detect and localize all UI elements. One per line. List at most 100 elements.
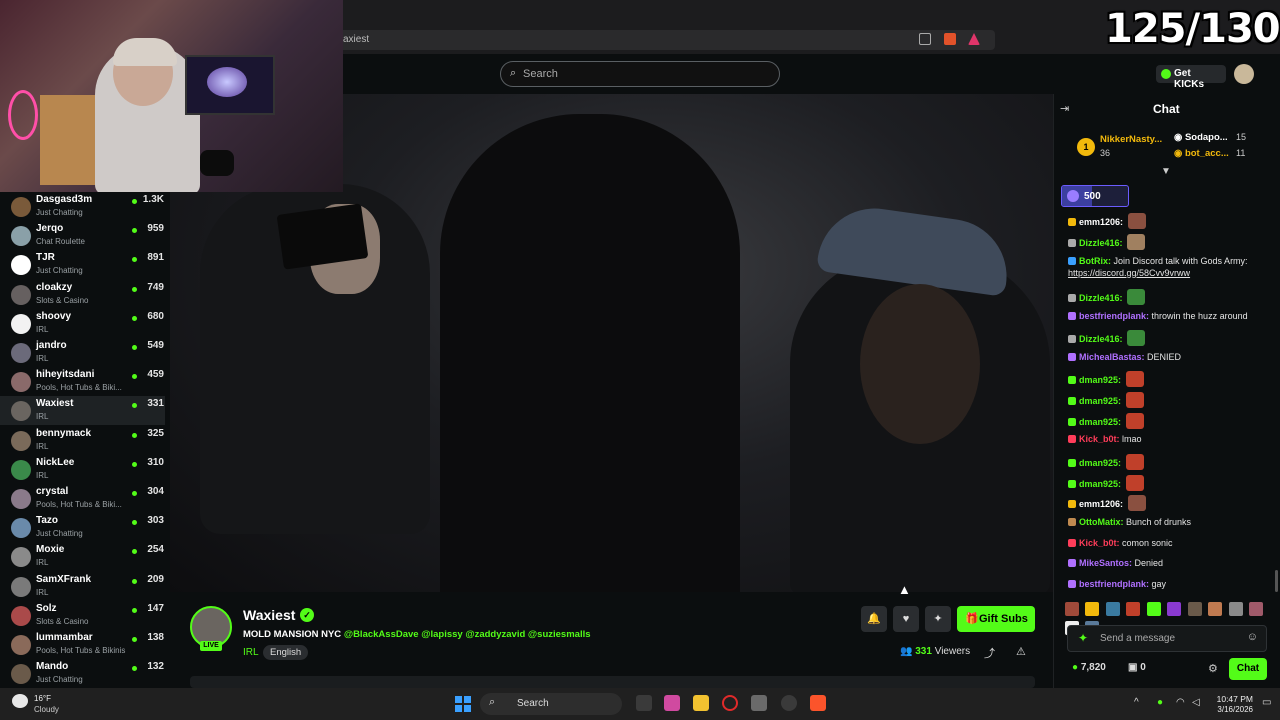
emote-icon[interactable] [1127, 289, 1146, 305]
store-icon[interactable] [751, 695, 767, 711]
emote-icon[interactable] [1146, 602, 1161, 616]
sidebar-channel[interactable]: SamXFrank IRL 209 [0, 572, 165, 601]
sidebar-channel[interactable]: Jerqo Chat Roulette 959 [0, 221, 165, 250]
sidebar-channel[interactable]: shoovy IRL 680 [0, 309, 165, 338]
chat-username[interactable]: OttoMatix: [1079, 517, 1124, 527]
sidebar-channel[interactable]: TJR Just Chatting 891 [0, 250, 165, 279]
leaderboard-name[interactable]: ◉ Sodapo... [1174, 132, 1228, 143]
chat-username[interactable]: emm1206: [1079, 217, 1123, 227]
chat-username[interactable]: Dizzle416: [1079, 334, 1123, 344]
share-icon[interactable] [919, 33, 932, 45]
share-icon[interactable]: ⤴ [984, 645, 995, 661]
emote-icon[interactable] [1127, 234, 1146, 250]
taskbar-date[interactable]: 3/16/2026 [1208, 705, 1253, 714]
emote-icon[interactable] [1105, 602, 1120, 616]
get-kicks-button[interactable]: Get KICKs [1156, 65, 1226, 90]
emote-icon[interactable] [1125, 454, 1144, 470]
chat-username[interactable]: dman925: [1079, 479, 1121, 489]
sidebar-channel[interactable]: cloakzy Slots & Casino 749 [0, 280, 165, 309]
emote-icon[interactable] [1125, 392, 1144, 408]
chat-username[interactable]: dman925: [1079, 375, 1121, 385]
sidebar-channel[interactable]: bennymack IRL 325 [0, 426, 165, 455]
sidebar-channel[interactable]: NickLee IRL 310 [0, 455, 165, 484]
windows-start-icon[interactable] [455, 696, 471, 712]
chat-username[interactable]: bestfriendplank: [1079, 311, 1149, 321]
emote-icon[interactable] [1249, 602, 1264, 616]
brave-shield-icon[interactable] [943, 33, 956, 45]
sidebar-channel[interactable]: crystal Pools, Hot Tubs & Biki... 304 [0, 484, 165, 513]
brave-browser-icon[interactable] [810, 695, 826, 711]
stream-title-tags[interactable]: @BlackAssDave @lapissy @zaddyzavid @suzi… [344, 629, 591, 640]
emoji-icon[interactable]: ☺ [1247, 631, 1258, 643]
send-chat-button[interactable]: Chat [1229, 658, 1267, 680]
chat-username[interactable]: dman925: [1079, 396, 1121, 406]
sidebar-channel[interactable]: Dasgasd3m Just Chatting 1.3K [0, 192, 165, 221]
sidebar-channel[interactable]: hiheyitsdani Pools, Hot Tubs & Biki... 459 [0, 367, 165, 396]
chevron-up-icon[interactable]: ^ [1134, 697, 1139, 708]
sidebar-channel[interactable]: Mando Just Chatting 132 [0, 659, 165, 688]
leaderboard-name[interactable]: NikkerNasty... [1100, 134, 1162, 145]
weather-temperature[interactable]: 16°F [34, 694, 51, 703]
chat-username[interactable]: bestfriendplank: [1079, 579, 1149, 589]
user-avatar[interactable] [1234, 64, 1254, 84]
chat-scrollbar[interactable] [1275, 570, 1278, 592]
emote-icon[interactable] [1085, 602, 1100, 616]
report-icon[interactable]: ⚠ [1016, 645, 1026, 658]
chat-username[interactable]: BotRix: [1079, 256, 1111, 266]
streamer-name[interactable]: Waxiest [243, 607, 295, 623]
file-explorer-icon[interactable] [693, 695, 709, 711]
chat-link[interactable]: https://discord.gg/58Cvv9vrww [1068, 268, 1190, 278]
app-icon[interactable] [781, 695, 797, 711]
brave-rewards-icon[interactable] [968, 33, 980, 45]
emote-icon[interactable] [1125, 413, 1144, 429]
sidebar-channel[interactable]: lummambar Pools, Hot Tubs & Bikinis 138 [0, 630, 165, 659]
emote-icon[interactable] [1126, 602, 1141, 616]
emote-icon[interactable] [1127, 495, 1146, 511]
chat-username[interactable]: MikeSantos: [1079, 558, 1132, 568]
cloud-icon[interactable] [12, 694, 28, 708]
gift-subs-button[interactable]: 🎁 Gift Subs [957, 606, 1035, 632]
sparkle-icon[interactable]: ✦ [925, 606, 951, 632]
address-bar[interactable]: axiest [335, 30, 995, 50]
stream-category[interactable]: IRL [243, 647, 259, 658]
chat-message-input[interactable]: ✦ Send a message ☺ [1067, 625, 1267, 652]
copilot-icon[interactable] [664, 695, 680, 711]
opera-icon[interactable] [722, 695, 738, 711]
sidebar-channel[interactable]: Tazo Just Chatting 303 [0, 513, 165, 542]
sidebar-channel[interactable]: Solz Slots & Casino 147 [0, 601, 165, 630]
chat-username[interactable]: dman925: [1079, 458, 1121, 468]
language-tag[interactable]: English [263, 645, 309, 660]
chat-username[interactable]: Dizzle416: [1079, 293, 1123, 303]
filter-icon[interactable]: ▼ [1161, 166, 1171, 177]
task-view-icon[interactable] [636, 695, 652, 711]
emote-icon[interactable] [1125, 475, 1144, 491]
chat-username[interactable]: MichealBastas: [1079, 352, 1145, 362]
emote-icon[interactable] [1065, 602, 1079, 616]
gear-icon[interactable]: ⚙ [1208, 662, 1218, 675]
sidebar-channel[interactable]: jandro IRL 549 [0, 338, 165, 367]
sidebar-channel[interactable]: Waxiest IRL 331 [0, 396, 165, 426]
taskbar-search[interactable]: ⌕ Search [480, 693, 622, 715]
emote-icon[interactable] [1125, 371, 1144, 387]
emote-icon[interactable] [1187, 602, 1202, 616]
volume-icon[interactable]: ◁ [1192, 697, 1200, 708]
weather-description[interactable]: Cloudy [34, 705, 59, 714]
emote-icon[interactable] [1208, 602, 1223, 616]
collapse-chat-icon[interactable]: ⇥ [1060, 102, 1069, 115]
chat-username[interactable]: emm1206: [1079, 499, 1123, 509]
notification-icon[interactable]: ▭ [1262, 697, 1271, 708]
wifi-icon[interactable]: ◠ [1176, 697, 1185, 708]
emote-icon[interactable] [1127, 330, 1146, 346]
kicks-goal-bar[interactable]: 500 [1061, 185, 1129, 207]
taskbar-time[interactable]: 10:47 PM [1213, 694, 1253, 704]
search-input[interactable]: ⌕ Search [500, 61, 780, 87]
emote-bar[interactable] [1065, 602, 1270, 635]
notification-bell-icon[interactable]: 🔔 [861, 606, 887, 632]
chat-username[interactable]: Kick_b0t: [1079, 538, 1120, 548]
follow-heart-icon[interactable]: ♥ [893, 606, 919, 632]
chat-username[interactable]: dman925: [1079, 417, 1121, 427]
sidebar-channel[interactable]: Moxie IRL 254 [0, 542, 165, 571]
microphone-icon[interactable]: ● [1157, 697, 1163, 708]
leaderboard-name[interactable]: ◉ bot_acc... [1174, 148, 1229, 159]
emote-icon[interactable] [1127, 213, 1146, 229]
